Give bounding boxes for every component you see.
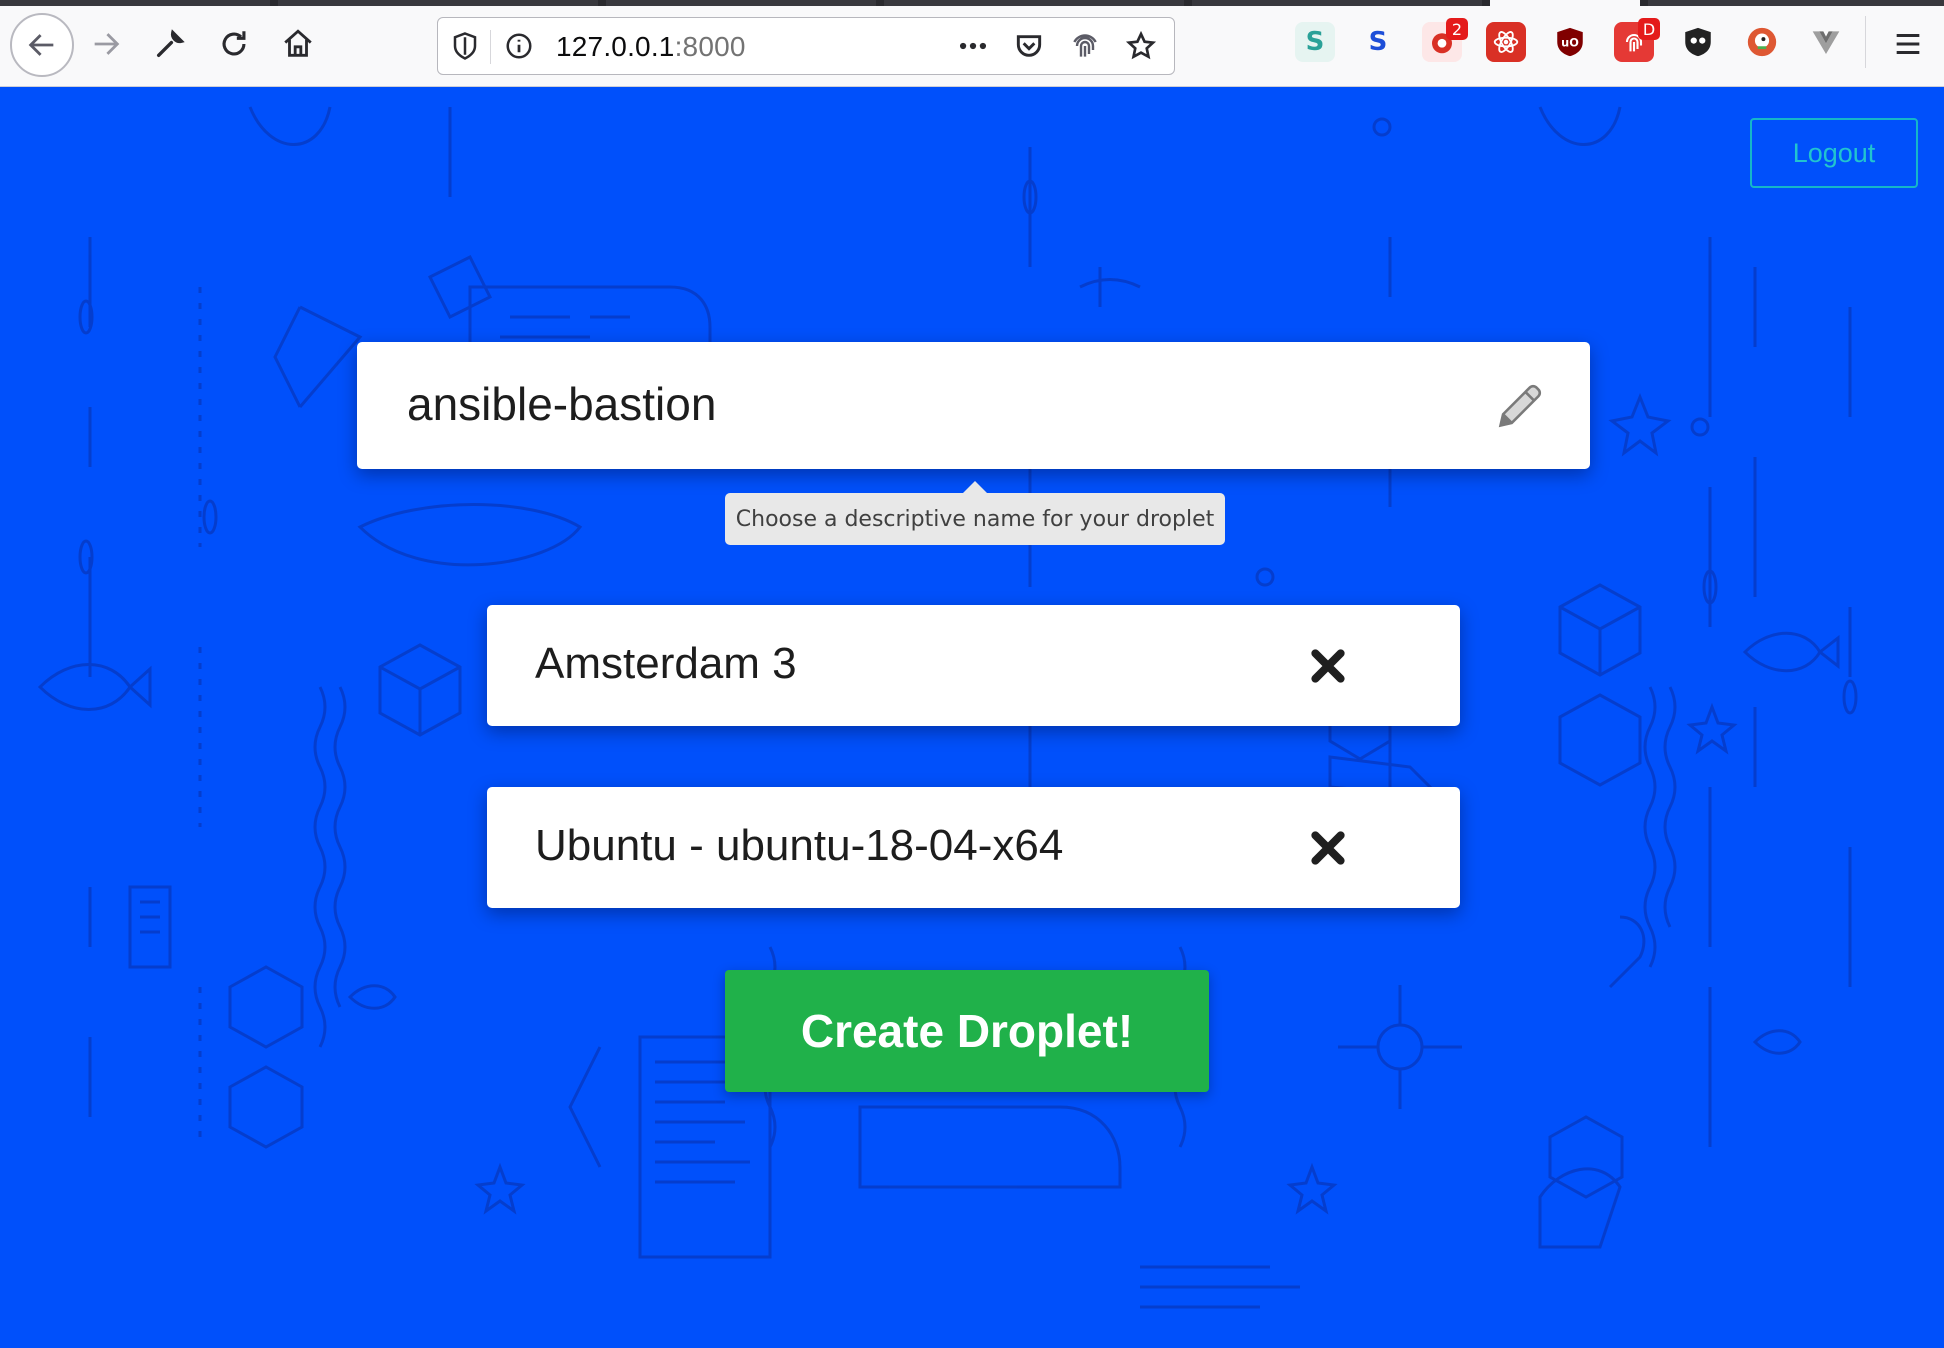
reload-button[interactable] — [206, 16, 262, 72]
more-icon[interactable] — [956, 29, 990, 63]
back-icon — [28, 34, 54, 56]
react-devtools-icon[interactable] — [1486, 22, 1526, 62]
logout-button[interactable]: Logout — [1750, 118, 1918, 188]
star-icon[interactable] — [1124, 29, 1158, 63]
vue-devtools-icon[interactable] — [1806, 22, 1846, 62]
pencil-icon[interactable] — [1494, 380, 1546, 432]
forward-button[interactable] — [78, 16, 134, 72]
droplet-name-input[interactable]: ansible-bastion — [407, 377, 716, 431]
browser-toolbar: 127.0.0.1:8000 S S 2 uO D — [0, 0, 1944, 87]
clear-image-icon[interactable] — [1309, 829, 1347, 867]
svg-text:uO: uO — [1561, 35, 1579, 49]
page-content: Logout ansible-bastion Choose a descript… — [0, 87, 1944, 1348]
fingerprint-icon[interactable] — [1068, 29, 1102, 63]
duckduckgo-icon[interactable] — [1742, 22, 1782, 62]
menu-button[interactable] — [1880, 16, 1936, 72]
name-hint-tooltip: Choose a descriptive name for your dropl… — [725, 493, 1225, 545]
url-divider — [490, 30, 491, 64]
url-text[interactable]: 127.0.0.1:8000 — [556, 31, 746, 63]
ublock-icon[interactable]: uO — [1550, 22, 1590, 62]
shield-icon[interactable] — [448, 29, 482, 63]
forward-icon — [94, 33, 120, 55]
create-droplet-button[interactable]: Create Droplet! — [725, 970, 1209, 1092]
toolbar-divider — [1865, 16, 1866, 68]
s-blue-extension-icon[interactable]: S — [1358, 22, 1398, 62]
reload-icon — [222, 31, 246, 56]
back-button[interactable] — [10, 13, 74, 77]
url-port: :8000 — [674, 31, 746, 62]
hamburger-menu-icon — [1896, 33, 1920, 55]
home-icon — [284, 29, 312, 57]
fingerprint-extension-icon[interactable]: D — [1614, 18, 1660, 62]
tab-strip — [0, 0, 1944, 6]
image-select[interactable]: Ubuntu - ubuntu-18-04-x64 — [487, 787, 1460, 908]
url-bar[interactable]: 127.0.0.1:8000 — [437, 17, 1175, 75]
tooltip-arrow — [963, 481, 987, 493]
image-value: Ubuntu - ubuntu-18-04-x64 — [535, 821, 1064, 870]
pocket-icon[interactable] — [1012, 29, 1046, 63]
red-extension-icon[interactable]: 2 — [1422, 18, 1468, 62]
region-select[interactable]: Amsterdam 3 — [487, 605, 1460, 726]
wrench-icon — [156, 29, 185, 58]
droplet-name-field[interactable]: ansible-bastion — [357, 342, 1590, 469]
s-extension-icon[interactable]: S — [1295, 22, 1335, 62]
notification-badge: 2 — [1446, 18, 1468, 40]
home-button[interactable] — [270, 16, 326, 72]
region-value: Amsterdam 3 — [535, 639, 797, 688]
devtools-button[interactable] — [142, 16, 198, 72]
notification-badge: D — [1638, 18, 1660, 40]
info-icon[interactable] — [502, 29, 536, 63]
url-host: 127.0.0.1 — [556, 31, 675, 62]
privacy-badger-icon[interactable] — [1678, 22, 1718, 62]
clear-region-icon[interactable] — [1309, 647, 1347, 685]
